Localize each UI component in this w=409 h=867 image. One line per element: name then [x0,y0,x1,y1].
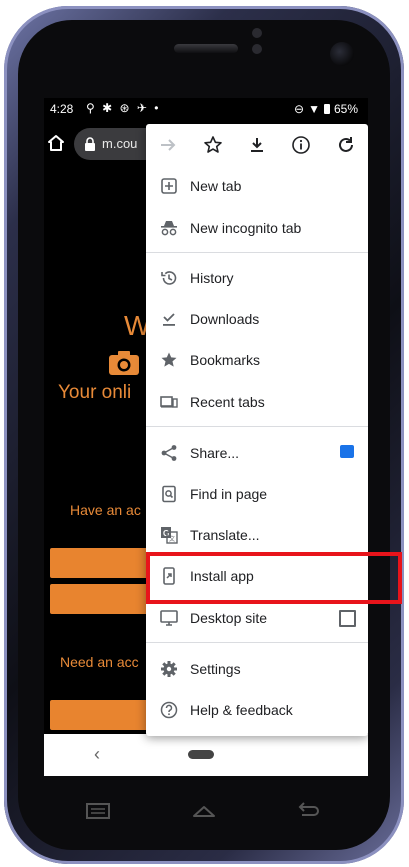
menu-item-label: Bookmarks [190,352,261,368]
bookmarks-star-icon [161,352,177,367]
page-tagline: Your onli [58,382,132,403]
bookmark-star-icon[interactable] [202,134,224,156]
menu-item-share[interactable]: Share... [146,433,368,473]
wifi-icon: ▼ [308,102,320,116]
menu-item-find-in-page[interactable]: Find in page [146,474,368,514]
battery-percent: 65% [333,102,358,116]
reload-icon[interactable] [335,134,357,156]
info-icon[interactable] [290,134,312,156]
svg-text:文: 文 [169,535,175,543]
menu-item-translate[interactable]: G文 Translate... [146,515,368,555]
status-bar: 4:28 ⚲ ✱ ⊛ ✈ • ⊖ ▼ 65% [44,98,368,120]
device-screen: 4:28 ⚲ ✱ ⊛ ✈ • ⊖ ▼ 65% m.cou W Your onli… [44,98,368,776]
menu-divider [146,426,368,427]
menu-divider [146,642,368,643]
front-camera [330,42,354,66]
forward-icon[interactable] [157,134,179,156]
menu-item-new-incognito-tab[interactable]: New incognito tab [146,208,368,248]
have-account-text: Have an ac [70,502,141,518]
home-icon[interactable] [47,134,65,152]
menu-item-bookmarks[interactable]: Bookmarks [146,340,368,380]
notification-icons: ⚲ ✱ ⊛ ✈ • [86,101,161,115]
history-icon [161,271,177,285]
menu-item-new-tab[interactable]: New tab [146,166,368,206]
download-icon[interactable] [246,134,268,156]
menu-item-label: Help & feedback [190,702,293,718]
dnd-icon: ⊖ [294,102,305,116]
menu-item-label: Find in page [190,486,268,502]
desktop-site-icon [160,610,178,626]
new-tab-icon [161,178,177,194]
menu-item-label: Translate... [190,527,260,543]
find-in-page-icon [162,485,176,503]
help-icon [160,701,178,719]
desktop-site-checkbox[interactable] [339,610,356,627]
menu-item-label: History [190,270,234,286]
battery-icon [323,104,330,114]
menu-item-label: Share... [190,445,240,461]
menu-item-label: New tab [190,178,242,194]
recent-tabs-icon [160,396,178,408]
system-nav-bar: ‹ [44,734,368,776]
recent-apps-key-icon[interactable] [84,796,112,826]
incognito-icon [161,221,177,236]
back-key-icon[interactable] [292,796,322,826]
menu-divider [146,252,368,253]
downloads-check-icon [163,313,175,326]
menu-top-actions [146,124,368,166]
menu-item-label: Downloads [190,311,260,327]
status-indicators: ⊖ ▼ 65% [294,102,358,116]
clock: 4:28 [50,102,74,116]
menu-item-label: Settings [190,661,241,677]
lock-icon [85,137,95,151]
need-account-text: Need an acc [60,654,139,670]
home-key-icon[interactable] [190,796,218,826]
menu-item-desktop-site[interactable]: Desktop site [146,598,368,638]
proximity-sensor [252,28,262,38]
menu-item-downloads[interactable]: Downloads [146,299,368,339]
menu-item-label: Desktop site [190,610,268,626]
menu-item-history[interactable]: History [146,258,368,298]
menu-item-label: Recent tabs [190,394,265,410]
chrome-overflow-menu: New tab New incognito tab History Downlo… [146,124,368,736]
share-icon [161,445,177,461]
menu-item-settings[interactable]: Settings [146,649,368,689]
camera-icon [109,351,139,375]
install-app-highlight-box [146,552,402,604]
light-sensor [252,44,262,54]
url-text: m.cou [102,136,138,151]
translate-icon: G文 [161,527,178,544]
nav-back-button[interactable]: ‹ [94,744,100,765]
earpiece-speaker [174,44,238,53]
nav-home-pill[interactable] [188,750,214,759]
menu-item-recent-tabs[interactable]: Recent tabs [146,382,368,422]
settings-gear-icon [161,661,177,677]
share-chat-badge-icon [340,445,354,458]
menu-item-help-feedback[interactable]: Help & feedback [146,690,368,730]
menu-item-label: New incognito tab [190,220,302,236]
